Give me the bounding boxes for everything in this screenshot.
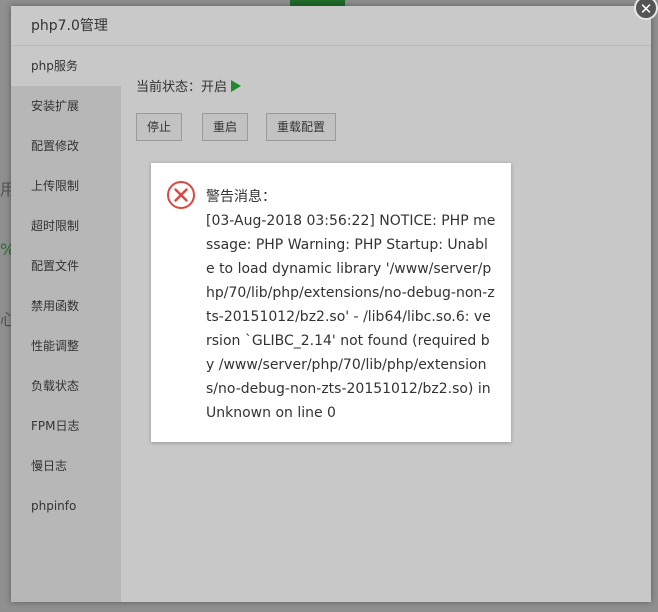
service-status: 当前状态：开启: [136, 76, 242, 95]
sidebar-item-config-file[interactable]: 配置文件: [11, 246, 121, 286]
play-icon: [231, 80, 242, 92]
sidebar-item-upload-limit[interactable]: 上传限制: [11, 166, 121, 206]
warning-dialog: 警告消息： [03-Aug-2018 03:56:22] NOTICE: PHP…: [151, 163, 511, 442]
status-label: 当前状态：开启: [136, 80, 228, 95]
alert-title: 警告消息：: [206, 189, 276, 205]
sidebar-item-timeout-limit[interactable]: 超时限制: [11, 206, 121, 246]
stop-button[interactable]: 停止: [136, 113, 183, 141]
restart-button[interactable]: 重启: [202, 113, 249, 141]
alert-text: 警告消息： [03-Aug-2018 03:56:22] NOTICE: PHP…: [206, 185, 496, 425]
sidebar-item-phpinfo[interactable]: phpinfo: [11, 486, 121, 526]
sidebar-item-performance[interactable]: 性能调整: [11, 326, 121, 366]
sidebar-item-slow-log[interactable]: 慢日志: [11, 446, 121, 486]
sidebar-item-disabled-functions[interactable]: 禁用函数: [11, 286, 121, 326]
sidebar-item-config-edit[interactable]: 配置修改: [11, 126, 121, 166]
error-icon: [167, 181, 195, 209]
sidebar-item-fpm-log[interactable]: FPM日志: [11, 406, 121, 446]
modal-header: php7.0管理: [11, 6, 651, 46]
alert-message: [03-Aug-2018 03:56:22] NOTICE: PHP messa…: [206, 213, 496, 421]
sidebar-item-install-extension[interactable]: 安装扩展: [11, 86, 121, 126]
close-icon[interactable]: ✕: [634, 0, 658, 20]
modal-title: php7.0管理: [31, 18, 108, 34]
reload-config-button[interactable]: 重载配置: [266, 113, 337, 141]
sidebar-item-load-status[interactable]: 负载状态: [11, 366, 121, 406]
sidebar-item-php-service[interactable]: php服务: [11, 46, 121, 86]
sidebar: php服务 安装扩展 配置修改 上传限制 超时限制 配置文件 禁用函数 性能调整…: [11, 46, 121, 602]
